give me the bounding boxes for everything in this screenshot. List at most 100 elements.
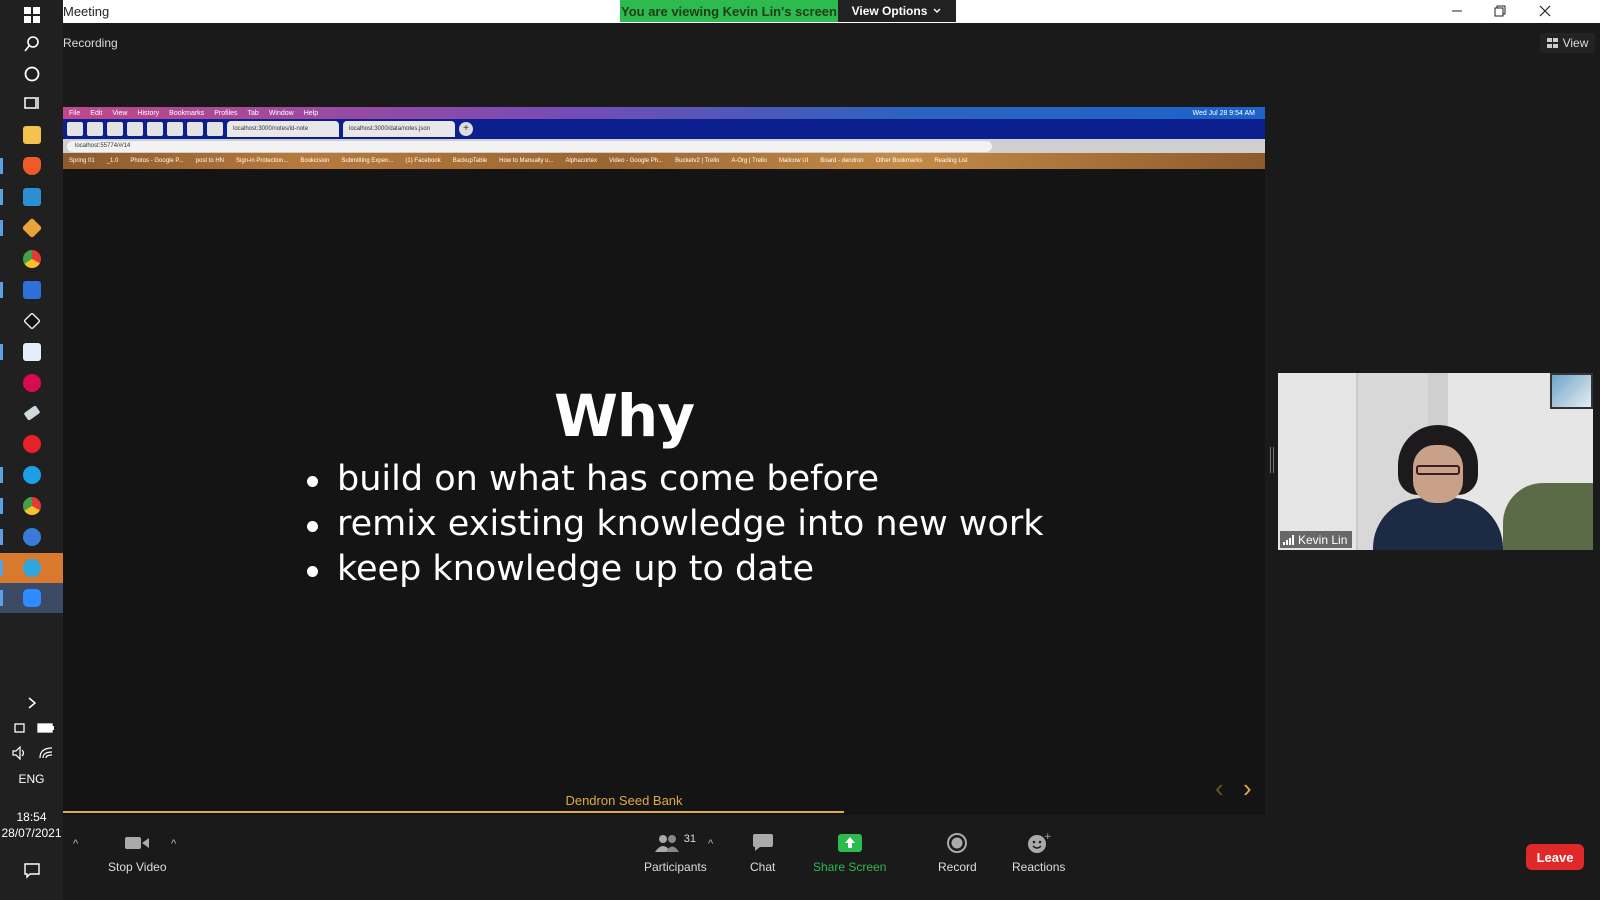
share-screen-button[interactable]: Share Screen — [813, 832, 886, 874]
video-options-caret[interactable]: ^ — [171, 838, 176, 850]
new-tab-icon: + — [459, 122, 473, 136]
file-explorer-icon[interactable] — [0, 120, 63, 150]
minimize-icon — [1452, 10, 1462, 12]
emoji-reaction-icon: + — [1027, 832, 1051, 853]
search-icon[interactable] — [0, 29, 63, 59]
chat-button[interactable]: Chat — [750, 832, 775, 874]
recording-indicator: Recording — [63, 36, 118, 50]
chevron-right-icon: › — [1243, 773, 1252, 803]
view-layout-button[interactable]: View — [1540, 33, 1595, 53]
bookmark-item: _1.0 — [106, 158, 119, 164]
restore-button[interactable] — [1478, 0, 1522, 22]
windows-start-icon[interactable] — [0, 0, 63, 30]
video-camera-icon — [125, 837, 150, 849]
windows-taskbar: ENG 18:54 28/07/2021 — [0, 0, 63, 900]
menu-help: Help — [303, 109, 319, 117]
meeting-toolbar: ^ Stop Video ^ 31 Participants ^ Chat Sh… — [63, 822, 1600, 900]
menu-history: History — [137, 109, 160, 117]
menu-view: View — [112, 109, 128, 117]
firefox-icon[interactable] — [0, 522, 63, 552]
view-options-button[interactable]: View Options — [838, 0, 956, 22]
notepad-icon[interactable] — [0, 337, 63, 367]
slide-bullet: keep knowledge up to date — [307, 547, 1044, 592]
share-screen-label: Share Screen — [813, 860, 887, 874]
chat-icon — [752, 834, 773, 851]
opera-icon[interactable] — [0, 429, 63, 459]
svg-text:+: + — [1044, 832, 1051, 842]
bookmark-item: Spring 01 — [69, 158, 95, 164]
pinned-tab — [187, 122, 203, 136]
participants-count: 31 — [683, 833, 696, 845]
slide-footer: Dendron Seed Bank — [565, 793, 683, 808]
audio-options-caret[interactable]: ^ — [73, 838, 78, 850]
browser-tab: localhost:3000/data/notes.json — [343, 121, 455, 137]
participant-video-tile[interactable]: Kevin Lin — [1278, 373, 1593, 550]
bookmark-item: BackupTable — [452, 158, 488, 164]
participants-label: Participants — [644, 860, 707, 874]
skype-icon[interactable] — [0, 460, 63, 490]
minimize-button[interactable] — [1435, 0, 1479, 22]
task-view-icon[interactable] — [0, 88, 63, 118]
bookmark-item: How to Manually u... — [499, 158, 554, 164]
bookmark-item: Bucketv2 | Trello — [675, 158, 720, 164]
vscode-icon[interactable] — [0, 182, 63, 212]
close-button[interactable] — [1523, 0, 1567, 22]
bookmark-item: Other Bookmarks — [875, 158, 923, 164]
bookmark-item: Reading List — [934, 158, 968, 164]
ticket-app-icon[interactable] — [0, 398, 63, 428]
clock-time[interactable]: 18:54 — [0, 810, 63, 824]
brave-browser-icon[interactable] — [0, 151, 63, 181]
leave-meeting-button[interactable]: Leave — [1526, 844, 1584, 870]
bookmark-item: Bookcision — [300, 158, 330, 164]
video-background — [1503, 483, 1593, 550]
debian-icon[interactable] — [0, 368, 63, 398]
telegram-icon[interactable] — [0, 553, 63, 583]
address-field: localhost:55774/#/14 — [67, 141, 992, 152]
chevron-left-icon: ‹ — [1215, 773, 1224, 803]
chrome-icon[interactable] — [0, 244, 63, 274]
panel-resize-handle[interactable] — [1270, 447, 1274, 473]
stop-video-button[interactable]: Stop Video — [108, 832, 167, 874]
pinned-tab — [67, 122, 83, 136]
view-options-label: View Options — [851, 4, 928, 18]
git-client-icon[interactable] — [0, 213, 63, 243]
signal-strength-icon — [1283, 534, 1294, 545]
input-language[interactable]: ENG — [0, 772, 63, 786]
view-layout-label: View — [1562, 36, 1589, 50]
bookmarks-bar: Spring 01 _1.0 Photos - Google P... post… — [63, 153, 1265, 169]
window-title-bar: Meeting You are viewing Kevin Lin's scre… — [63, 0, 1600, 23]
zoom-taskbar-icon[interactable] — [0, 583, 63, 613]
viewing-screen-banner: You are viewing Kevin Lin's screen — [620, 0, 838, 22]
browser-tab: localhost:3000/notes/id-note — [227, 121, 339, 137]
cortana-icon[interactable] — [0, 59, 63, 89]
notifications-icon[interactable] — [0, 855, 63, 885]
shared-screen: File Edit View History Bookmarks Profile… — [63, 107, 1265, 815]
pinned-tab — [127, 122, 143, 136]
zoom-meeting-window: Meeting You are viewing Kevin Lin's scre… — [63, 0, 1600, 900]
bookmark-item: post to HN — [195, 158, 224, 164]
bookmark-item: Board - dendron — [820, 158, 864, 164]
participants-options-caret[interactable]: ^ — [708, 838, 713, 850]
pinned-tab — [207, 122, 223, 136]
menu-bookmarks: Bookmarks — [169, 109, 205, 117]
pinned-tab — [107, 122, 123, 136]
bookmark-item: (1) Facebook — [405, 158, 441, 164]
calculator-app-icon[interactable] — [0, 275, 63, 305]
slide-bullet: build on what has come before — [307, 457, 1044, 502]
bookmark-item: Submitting Expen... — [341, 158, 394, 164]
browser-address-bar: localhost:55774/#/14 — [63, 139, 1265, 153]
bookmark-item: Sign-in Protection... — [236, 158, 289, 164]
participants-button[interactable]: 31 Participants — [644, 832, 707, 874]
pinned-tab — [87, 122, 103, 136]
menu-window: Window — [268, 109, 294, 117]
participant-figure — [1416, 465, 1460, 475]
chrome-profile-icon[interactable] — [0, 491, 63, 521]
mac-menu-bar: File Edit View History Bookmarks Profile… — [63, 107, 1265, 119]
record-button[interactable]: Record — [938, 832, 977, 874]
vpn-app-icon[interactable] — [0, 306, 63, 336]
reactions-button[interactable]: + Reactions — [1012, 832, 1065, 874]
record-label: Record — [938, 860, 977, 874]
bookmark-item: Mailcow UI — [778, 158, 809, 164]
pinned-tab — [147, 122, 163, 136]
clock-date[interactable]: 28/07/2021 — [0, 826, 63, 840]
